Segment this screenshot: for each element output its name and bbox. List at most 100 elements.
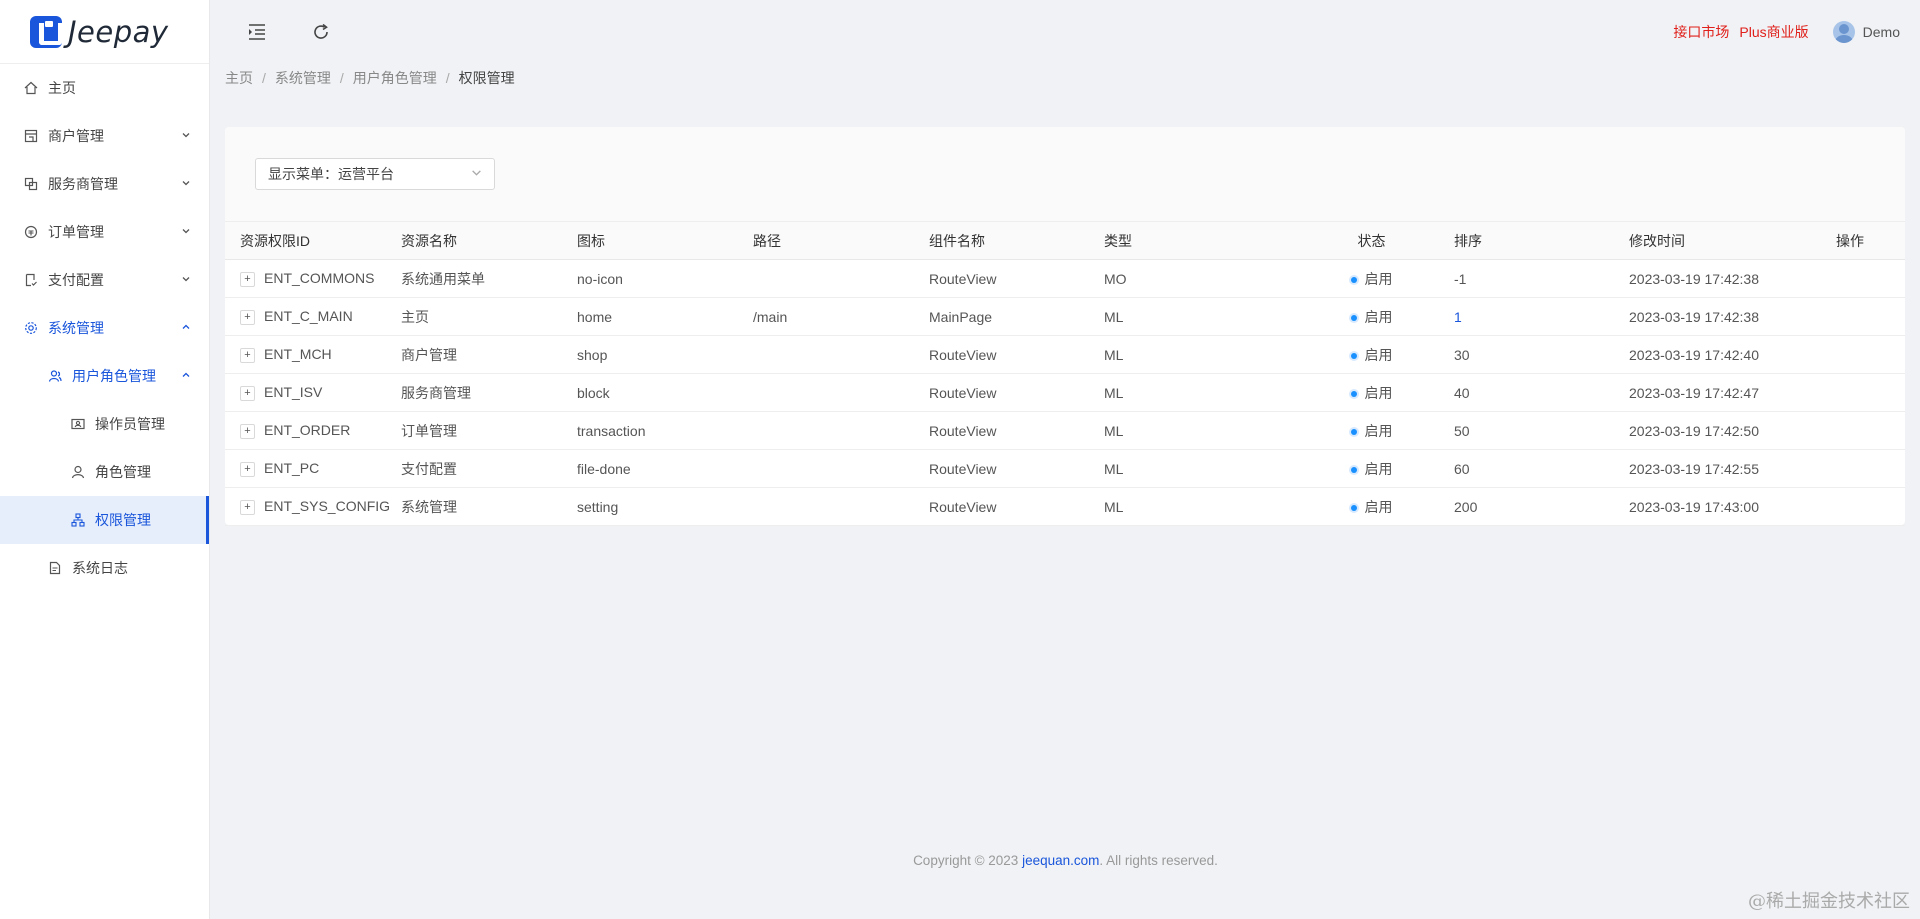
- file-text-icon: [48, 561, 62, 575]
- table-cell: RouteView: [914, 411, 1089, 450]
- resource-id: ENT_ISV: [264, 384, 323, 401]
- expand-row-icon[interactable]: +: [240, 423, 255, 439]
- sidebar-item-permission[interactable]: 权限管理: [0, 496, 209, 544]
- table-row: + ENT_SYS_CONFIG 系统管理 setting RouteView ML 启用 2…: [225, 487, 1905, 526]
- table-cell: 支付配置: [386, 449, 562, 488]
- sidebar-item-label: 服务商管理: [48, 176, 118, 192]
- table-cell: 60: [1439, 449, 1614, 488]
- sidebar-item-label: 订单管理: [48, 224, 104, 240]
- plus-edition-link[interactable]: Plus商业版: [1739, 22, 1808, 42]
- menu-fold-icon[interactable]: [245, 20, 269, 44]
- table-cell: 订单管理: [386, 411, 562, 450]
- sidebar-item-isv[interactable]: 服务商管理: [0, 160, 209, 208]
- sidebar-item-order[interactable]: 订单管理: [0, 208, 209, 256]
- logo[interactable]: Jeepay: [0, 0, 209, 64]
- breadcrumb-item[interactable]: 用户角色管理: [353, 68, 437, 88]
- column-header: 排序: [1439, 221, 1614, 260]
- breadcrumb-separator: /: [445, 70, 450, 86]
- setting-icon: [24, 321, 38, 335]
- actions-cell: [1821, 487, 1905, 526]
- resource-id: ENT_COMMONS: [264, 270, 375, 287]
- breadcrumb-current: 权限管理: [458, 70, 515, 86]
- column-header: 资源权限ID: [225, 221, 386, 260]
- logo-text: Jeepay: [68, 14, 169, 49]
- sidebar-item-system[interactable]: 系统管理: [0, 304, 209, 352]
- expand-row-icon[interactable]: +: [240, 271, 255, 287]
- sidebar-item-operator[interactable]: 操作员管理: [0, 400, 209, 448]
- sidebar-item-role[interactable]: 角色管理: [0, 448, 209, 496]
- table-cell: ML: [1089, 449, 1304, 488]
- expand-row-icon[interactable]: +: [240, 309, 255, 325]
- status-text: 启用: [1364, 422, 1393, 439]
- sidebar-item-label: 支付配置: [48, 272, 104, 288]
- status-text: 启用: [1364, 460, 1393, 477]
- table-cell: 主页: [386, 297, 562, 336]
- breadcrumb: 主页 / 系统管理 / 用户角色管理 / 权限管理: [225, 68, 515, 88]
- expand-row-icon[interactable]: +: [240, 347, 255, 363]
- table-cell: + ENT_ISV: [225, 373, 386, 412]
- table-cell: 启用: [1304, 373, 1439, 412]
- column-header: 操作: [1821, 221, 1905, 260]
- status-dot-icon: [1350, 504, 1357, 511]
- transaction-icon: [24, 225, 38, 239]
- resource-id: ENT_C_MAIN: [264, 308, 353, 325]
- status-dot-icon: [1350, 352, 1357, 359]
- footer-link[interactable]: jeequan.com: [1022, 853, 1099, 868]
- expand-row-icon[interactable]: +: [240, 499, 255, 515]
- table-cell: RouteView: [914, 487, 1089, 526]
- chevron-down-icon: [181, 274, 191, 287]
- table-cell: 200: [1439, 487, 1614, 526]
- filter-bar: 显示菜单：运营平台: [225, 127, 1905, 221]
- table-cell: 启用: [1304, 259, 1439, 298]
- table-cell: ML: [1089, 335, 1304, 374]
- table-cell: MO: [1089, 259, 1304, 298]
- sidebar: Jeepay 主页 商户管理 服务商管理 订单管理 支付配置 系统管理 用户角色…: [0, 0, 210, 919]
- table-cell: + ENT_PC: [225, 449, 386, 488]
- table-cell: 启用: [1304, 297, 1439, 336]
- table-cell: 商户管理: [386, 335, 562, 374]
- table-cell: [738, 335, 914, 374]
- sidebar-item-label: 用户角色管理: [72, 368, 156, 384]
- home-icon: [24, 81, 38, 95]
- sidebar-item-user-role[interactable]: 用户角色管理: [0, 352, 209, 400]
- column-header: 修改时间: [1614, 221, 1821, 260]
- user-name: Demo: [1862, 24, 1900, 40]
- status-text: 启用: [1364, 270, 1393, 287]
- chevron-down-icon: [471, 167, 482, 181]
- breadcrumb-item[interactable]: 主页: [225, 68, 253, 88]
- expand-row-icon[interactable]: +: [240, 461, 255, 477]
- reload-icon[interactable]: [309, 20, 333, 44]
- table-cell: [738, 259, 914, 298]
- actions-cell: [1821, 335, 1905, 374]
- sidebar-item-syslog[interactable]: 系统日志: [0, 544, 209, 592]
- table-cell: RouteView: [914, 449, 1089, 488]
- sidebar-item-merchant[interactable]: 商户管理: [0, 112, 209, 160]
- block-icon: [24, 177, 38, 191]
- table-cell: [738, 487, 914, 526]
- table-cell: 系统通用菜单: [386, 259, 562, 298]
- status-text: 启用: [1364, 308, 1393, 325]
- sidebar-item-label: 权限管理: [95, 512, 151, 528]
- table-cell: block: [562, 373, 738, 412]
- column-header: 图标: [562, 221, 738, 260]
- menu-scope-select[interactable]: 显示菜单：运营平台: [255, 158, 495, 190]
- chevron-down-icon: [181, 130, 191, 143]
- status-dot-icon: [1350, 466, 1357, 473]
- table-row: + ENT_ORDER 订单管理 transaction RouteView ML 启用 50…: [225, 411, 1905, 450]
- sidebar-item-pay-config[interactable]: 支付配置: [0, 256, 209, 304]
- user-menu[interactable]: Demo: [1832, 21, 1900, 43]
- table-cell: ML: [1089, 297, 1304, 336]
- table-cell: 2023-03-19 17:42:50: [1614, 411, 1821, 450]
- sidebar-item-home[interactable]: 主页: [0, 64, 209, 112]
- table-cell: 2023-03-19 17:42:38: [1614, 297, 1821, 336]
- table-cell: 2023-03-19 17:42:47: [1614, 373, 1821, 412]
- table-cell: 2023-03-19 17:42:55: [1614, 449, 1821, 488]
- table-cell: home: [562, 297, 738, 336]
- actions-cell: [1821, 373, 1905, 412]
- table-cell: no-icon: [562, 259, 738, 298]
- api-market-link[interactable]: 接口市场: [1673, 22, 1729, 42]
- actions-cell: [1821, 449, 1905, 488]
- expand-row-icon[interactable]: +: [240, 385, 255, 401]
- breadcrumb-item[interactable]: 系统管理: [275, 68, 331, 88]
- team-icon: [48, 369, 62, 383]
